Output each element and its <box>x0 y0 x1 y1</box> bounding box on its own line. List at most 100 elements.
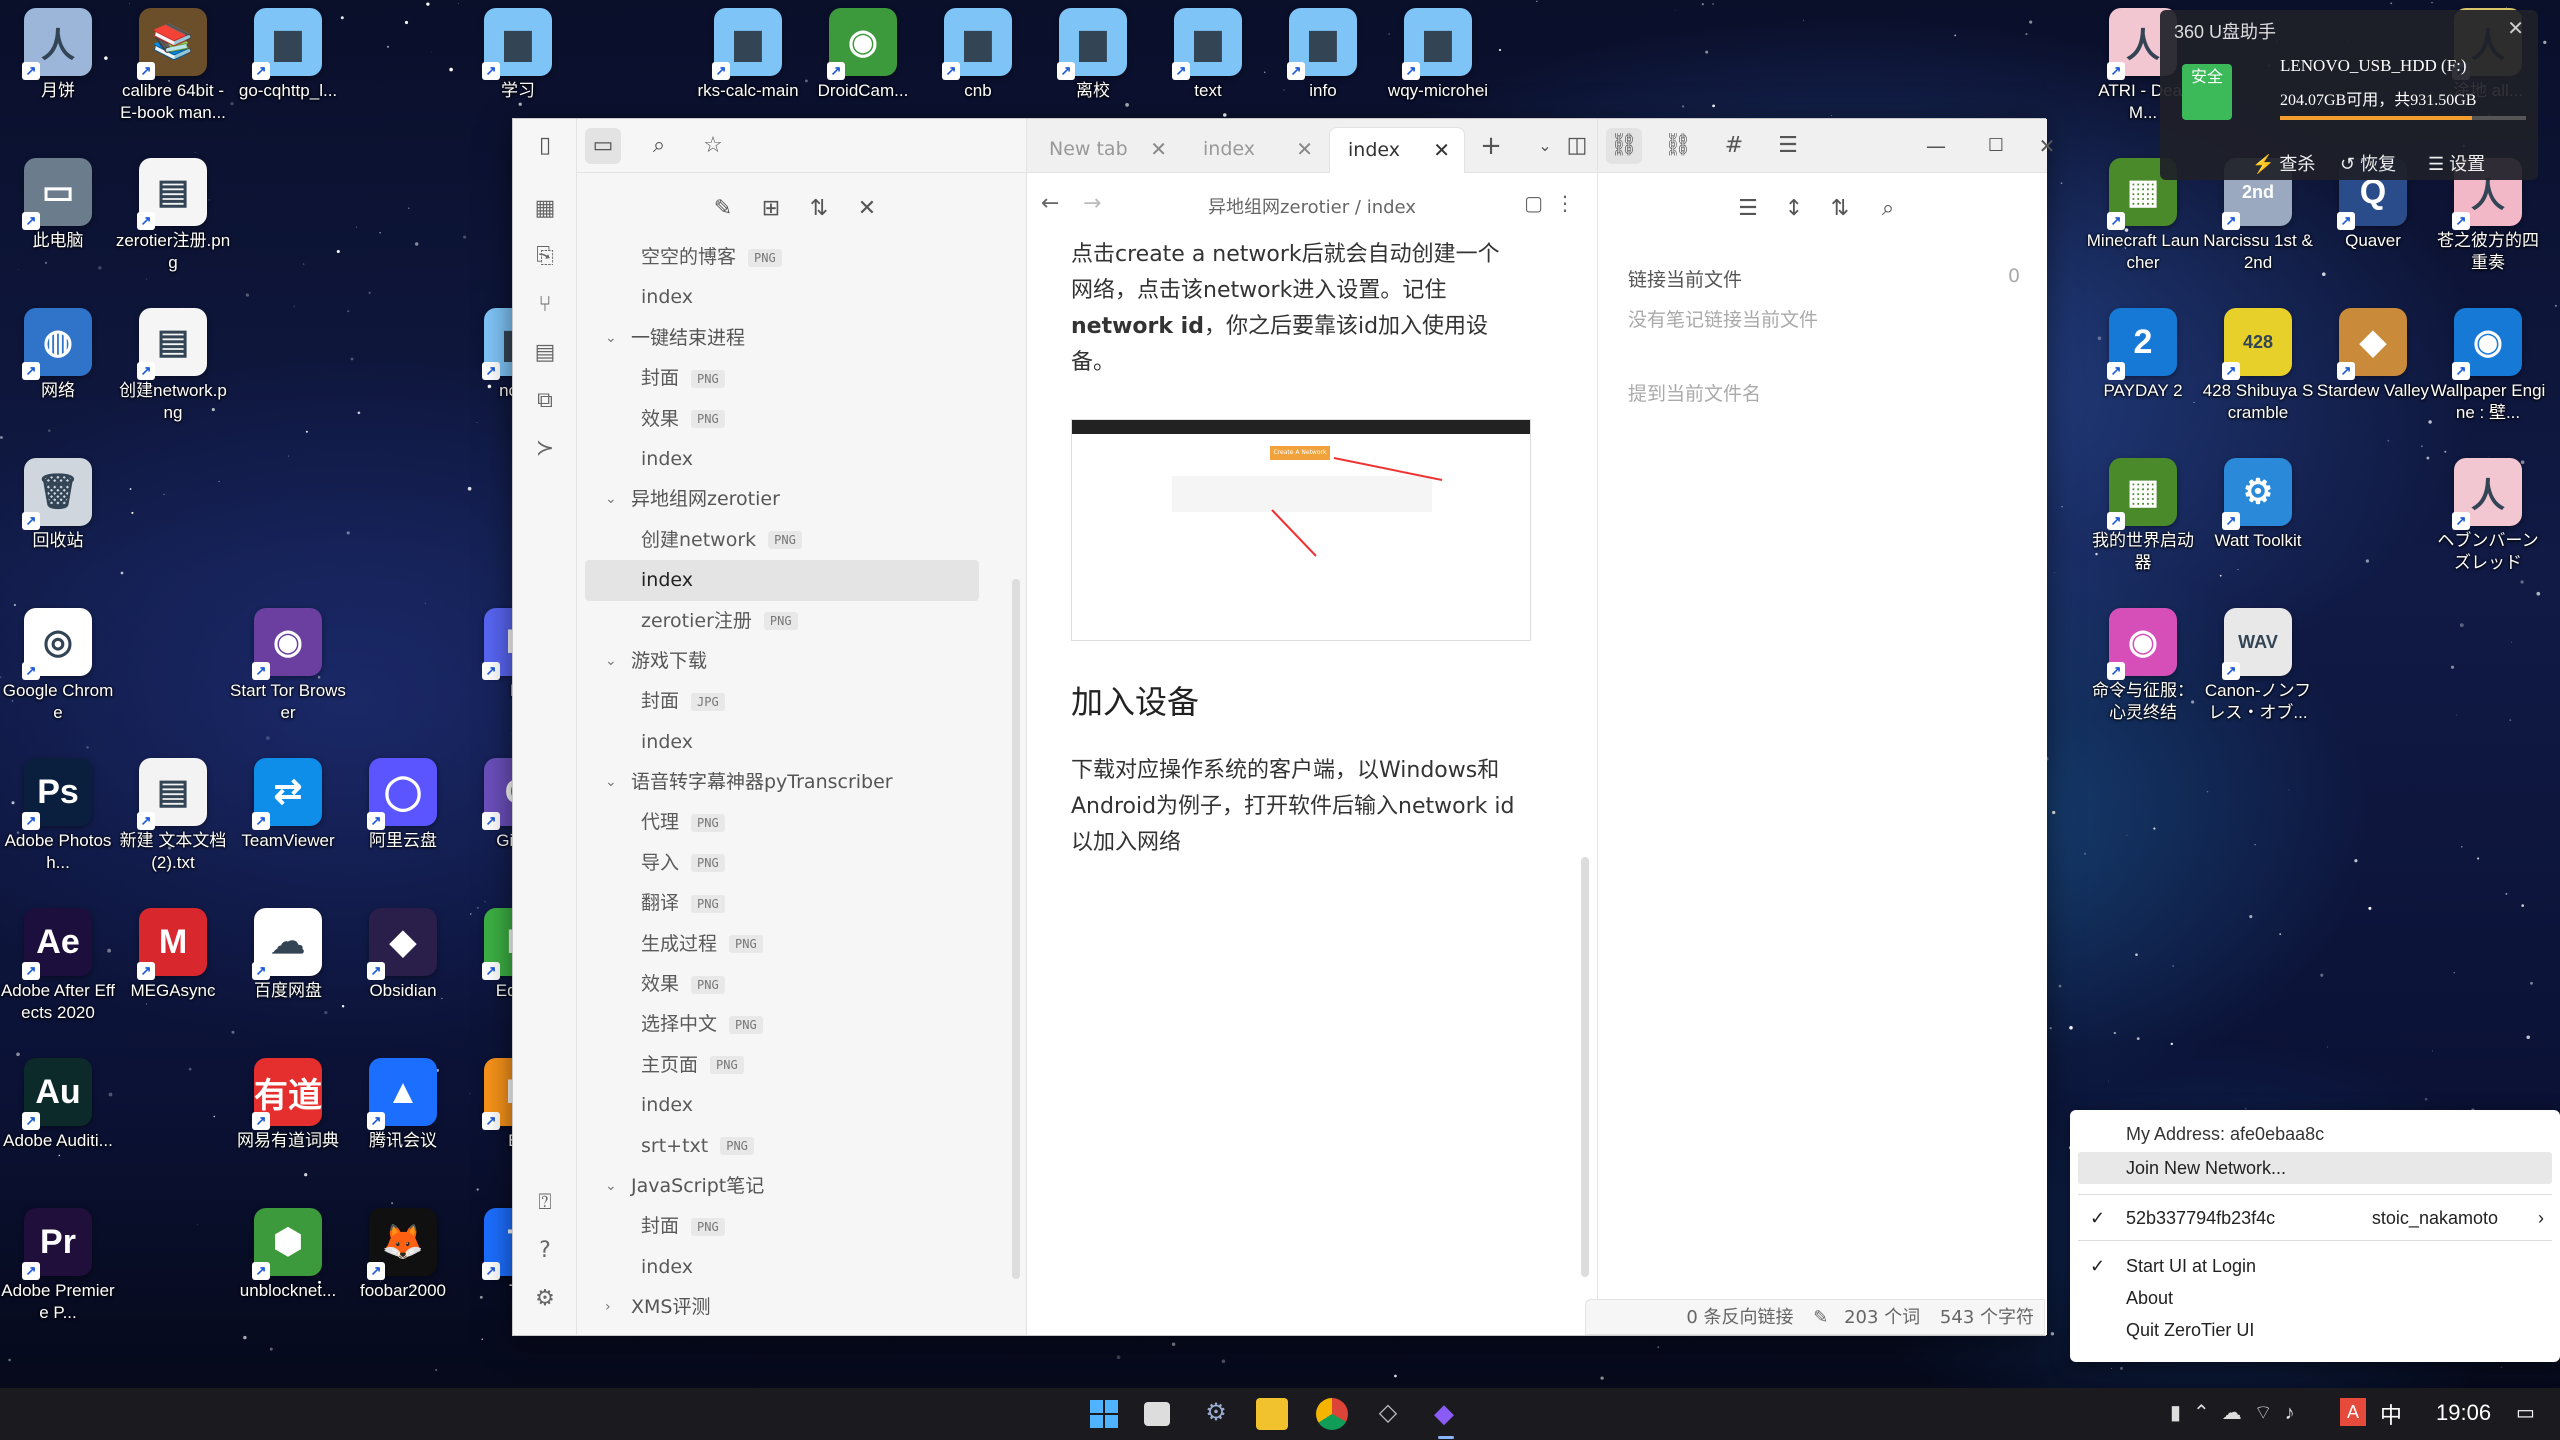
tree-file[interactable]: srt+txt PNG <box>577 1126 987 1166</box>
desktop-icon[interactable]: ⇄ ↗ TeamViewer <box>230 758 346 852</box>
start-icon[interactable] <box>1088 1398 1120 1430</box>
settings-button[interactable]: ☰ 设置 <box>2428 150 2485 176</box>
more-options-icon[interactable]: ⋮ <box>1555 191 1575 215</box>
desktop-icon[interactable]: 🦊 ↗ foobar2000 <box>345 1208 461 1302</box>
backlinks-title[interactable]: 链接当前文件 <box>1628 265 1742 292</box>
quit-item[interactable]: Quit ZeroTier UI <box>2126 1314 2254 1346</box>
calendar-icon[interactable]: ▤ <box>531 339 559 367</box>
chevron-down-icon[interactable]: ⌄ <box>605 318 617 358</box>
tree-file[interactable]: index <box>577 1247 987 1287</box>
tree-folder[interactable]: ⌄ 语音转字幕神器pyTranscriber <box>577 762 987 802</box>
tree-file[interactable]: 封面 PNG <box>577 358 987 398</box>
breadcrumb-file[interactable]: index <box>1367 197 1416 218</box>
new-note-icon[interactable]: ✎ <box>705 191 741 227</box>
desktop-icon[interactable]: ▆ ↗ 学习 <box>460 8 576 102</box>
tree-file[interactable]: 导入 PNG <box>577 843 987 883</box>
layout-icon[interactable]: ▦ <box>531 195 559 223</box>
vault-icon[interactable]: ⍰ <box>531 1189 559 1217</box>
folder-icon[interactable]: ▭ <box>585 128 621 164</box>
desktop-icon[interactable]: ◎ ↗ Google Chrome <box>0 608 116 724</box>
breadcrumb-folder[interactable]: 异地组网zerotier <box>1208 197 1349 218</box>
chevron-down-icon[interactable]: ⌄ <box>605 1166 617 1206</box>
search-icon[interactable]: ⌕ <box>1870 191 1906 227</box>
desktop-icon[interactable]: WAV ↗ Canon-ノンフレス・オブ... <box>2200 608 2316 724</box>
desktop-icon[interactable]: ▆ ↗ go-cqhttp_l... <box>230 8 346 102</box>
close-icon[interactable]: ✕ <box>1296 127 1313 171</box>
tree-file[interactable]: zerotier注册 PNG <box>577 601 987 641</box>
window-close-icon[interactable]: ✕ <box>2032 128 2062 164</box>
desktop-icon[interactable]: ▦ ↗ 我的世界启动器 <box>2085 458 2201 574</box>
tray-icons[interactable]: ▮⌃☁⌔♪ <box>2170 1400 2307 1425</box>
desktop-icon[interactable]: ▤ ↗ 新建 文本文档 (2).txt <box>115 758 231 874</box>
desktop-icon[interactable]: ▆ ↗ rks-calc-main <box>690 8 806 102</box>
desktop-icon[interactable]: ⚙ ↗ Watt Toolkit <box>2200 458 2316 552</box>
chevron-down-icon[interactable]: ⌄ <box>605 479 617 519</box>
help-icon[interactable]: ? <box>531 1237 559 1265</box>
embedded-image[interactable]: Create A Network <box>1071 419 1531 641</box>
notification-icon[interactable]: ▭ <box>2516 1400 2535 1425</box>
tree-file[interactable]: index <box>577 439 987 479</box>
terminal-icon[interactable]: ≻ <box>531 435 559 463</box>
link-icon[interactable]: ⛓ <box>1606 128 1642 164</box>
steam-icon[interactable]: ⚙ <box>1200 1398 1232 1430</box>
desktop-icon[interactable]: Ps ↗ Adobe Photosh... <box>0 758 116 874</box>
desktop-icon[interactable]: 2 ↗ PAYDAY 2 <box>2085 308 2201 402</box>
tree-file[interactable]: index <box>585 560 979 601</box>
desktop-icon[interactable]: ▆ ↗ text <box>1150 8 1266 102</box>
desktop-icon[interactable]: Ae ↗ Adobe After Effects 2020 <box>0 908 116 1024</box>
tree-folder[interactable]: › XMS评测 <box>577 1287 987 1327</box>
sort-icon[interactable]: ⇅ <box>801 191 837 227</box>
desktop-icon[interactable]: ◉ ↗ DroidCam... <box>805 8 921 102</box>
tree-folder[interactable]: ⌄ JavaScript笔记 <box>577 1166 987 1206</box>
settings-icon[interactable]: ⚙ <box>531 1285 559 1313</box>
chevron-down-icon[interactable]: ⌄ <box>1527 128 1563 164</box>
desktop-icon[interactable]: 人 ↗ 月饼 <box>0 8 116 102</box>
tree-file[interactable]: 空空的博客 PNG <box>577 237 987 277</box>
new-tab-icon[interactable]: + <box>1473 128 1509 164</box>
new-folder-icon[interactable]: ⊞ <box>753 191 789 227</box>
desktop-icon[interactable]: ▤ ↗ 创建network.png <box>115 308 231 424</box>
scrollbar[interactable] <box>1581 857 1589 1277</box>
tab-new[interactable]: New tab ✕ <box>1031 127 1181 173</box>
tab-index-1[interactable]: index ✕ <box>1185 127 1327 173</box>
desktop-icon[interactable]: Pr ↗ Adobe Premiere P... <box>0 1208 116 1324</box>
tree-folder[interactable]: ⌄ 一键结束进程 <box>577 318 987 358</box>
tree-folder[interactable]: ⌄ 游戏下载 <box>577 641 987 681</box>
unity-icon[interactable]: ◇ <box>1372 1398 1404 1430</box>
list-icon[interactable]: ☰ <box>1730 191 1766 227</box>
graph-icon[interactable]: ⑂ <box>531 291 559 319</box>
desktop-icon[interactable]: ▆ ↗ 离校 <box>1035 8 1151 102</box>
desktop-icon[interactable]: ▆ ↗ info <box>1265 8 1381 102</box>
chevron-down-icon[interactable]: ⌄ <box>605 641 617 681</box>
file-explorer-icon[interactable] <box>1256 1398 1288 1430</box>
tree-file[interactable]: 封面 PNG <box>577 1206 987 1246</box>
desktop-icon[interactable]: ▭ ↗ 此电脑 <box>0 158 116 252</box>
right-sidebar-toggle-icon[interactable]: ◫ <box>1559 128 1595 164</box>
desktop-icon[interactable]: ◯ ↗ 阿里云盘 <box>345 758 461 852</box>
tree-file[interactable]: 翻译 PNG <box>577 883 987 923</box>
desktop-icon[interactable]: ▲ ↗ 腾讯会议 <box>345 1058 461 1152</box>
search-icon[interactable]: ⌕ <box>641 128 677 164</box>
desktop-icon[interactable]: 有道 ↗ 网易有道词典 <box>230 1058 346 1152</box>
sort-icon[interactable]: ⇅ <box>1822 191 1858 227</box>
start-at-login-item[interactable]: Start UI at Login <box>2126 1250 2256 1282</box>
minimize-icon[interactable]: — <box>1918 128 1954 164</box>
desktop-icon[interactable]: M ↗ MEGAsync <box>115 908 231 1002</box>
edit-icon[interactable]: ✎ <box>1813 1307 1828 1328</box>
close-icon[interactable]: ✕ <box>1150 127 1167 171</box>
chrome-icon[interactable] <box>1316 1398 1348 1430</box>
maximize-icon[interactable]: ☐ <box>1978 128 2014 164</box>
desktop-icon[interactable]: ◉ ↗ Start Tor Browser <box>230 608 346 724</box>
sidebar-toggle-icon[interactable]: ▯ <box>527 128 563 164</box>
outline-icon[interactable]: ☰ <box>1770 128 1806 164</box>
tree-folder[interactable]: ⌄ 异地组网zerotier <box>577 479 987 519</box>
desktop-icon[interactable]: ⬢ ↗ unblocknet... <box>230 1208 346 1302</box>
collapse-all-icon[interactable]: ✕ <box>849 191 885 227</box>
tab-index-active[interactable]: index ✕ <box>1329 127 1465 173</box>
desktop-icon[interactable]: ◆ ↗ Stardew Valley <box>2315 308 2431 402</box>
tree-file[interactable]: 代理 PNG <box>577 802 987 842</box>
tree-file[interactable]: 效果 PNG <box>577 399 987 439</box>
tag-icon[interactable]: # <box>1716 128 1752 164</box>
task-view-icon[interactable] <box>1144 1402 1170 1426</box>
input-method-icon[interactable]: 中 <box>2380 1398 2402 1430</box>
